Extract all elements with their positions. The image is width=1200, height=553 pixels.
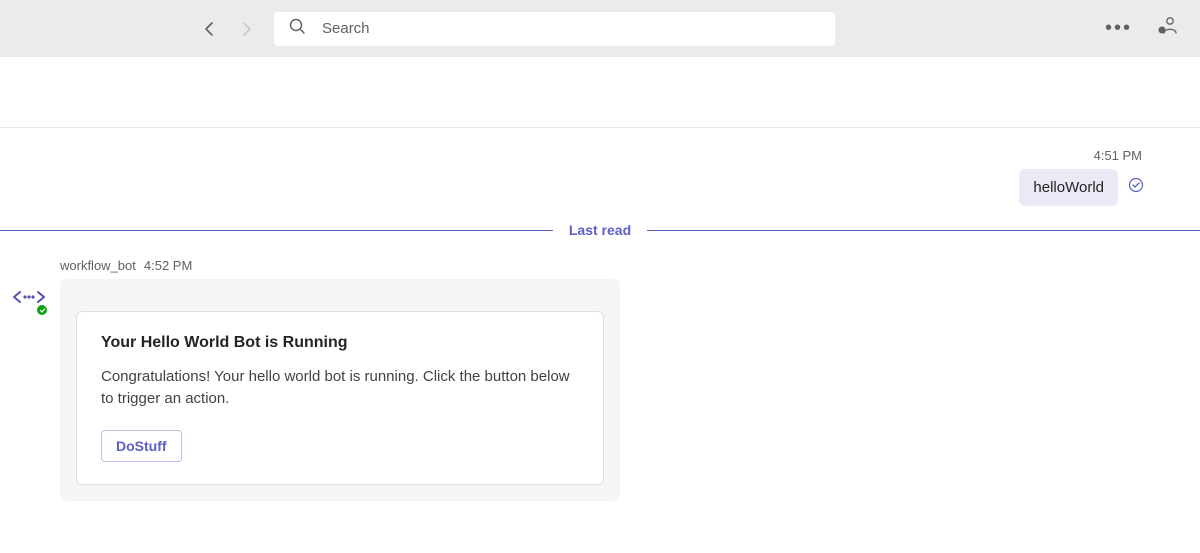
bot-avatar[interactable] [12,280,46,314]
nav-forward-icon[interactable] [238,21,254,37]
header-right: ••• [1105,15,1178,42]
last-read-divider: Last read [0,218,1200,242]
read-receipt-icon [1128,177,1144,198]
card-title: Your Hello World Bot is Running [101,334,579,352]
chat-area: 4:51 PM helloWorld Last read [0,128,1200,501]
sent-message-block: 4:51 PM helloWorld [0,128,1200,218]
people-icon[interactable] [1156,15,1178,42]
nav-arrows [202,21,254,37]
bot-message-header: workflow_bot 4:52 PM [60,258,620,273]
nav-back-icon[interactable] [202,21,218,37]
search-box[interactable] [274,12,835,46]
card-body: Congratulations! Your hello world bot is… [101,366,579,410]
bot-timestamp: 4:52 PM [144,258,192,273]
divider-label: Last read [569,222,631,238]
bot-message-bubble[interactable]: Your Hello World Bot is Running Congratu… [60,279,620,501]
more-icon[interactable]: ••• [1105,17,1132,40]
app-header: ••• [0,0,1200,57]
sent-timestamp: 4:51 PM [1094,148,1142,163]
search-icon [288,17,306,40]
presence-available-icon [35,303,49,317]
sent-message-bubble[interactable]: helloWorld [1019,169,1118,206]
bot-name: workflow_bot [60,258,136,273]
adaptive-card: Your Hello World Bot is Running Congratu… [76,311,604,485]
bot-message-block: workflow_bot 4:52 PM Your Hello World Bo… [0,242,1200,501]
search-input[interactable] [322,20,821,37]
sub-header [0,57,1200,128]
dostuff-button[interactable]: DoStuff [101,430,182,462]
